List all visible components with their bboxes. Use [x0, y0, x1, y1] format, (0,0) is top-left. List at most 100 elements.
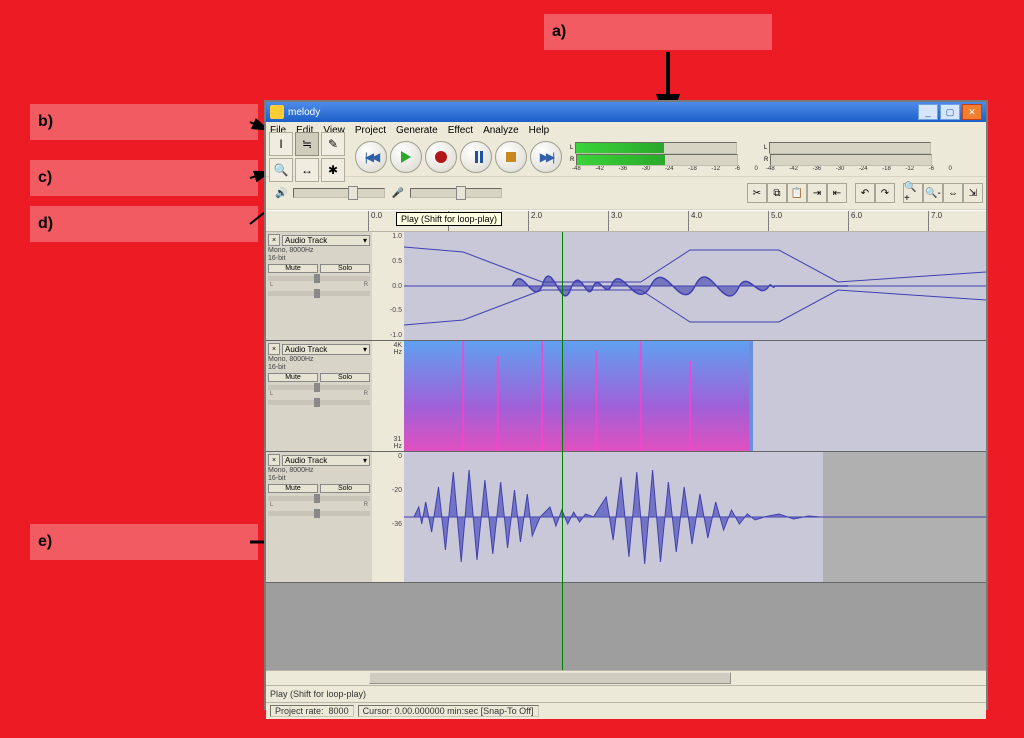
paste-button[interactable]: 📋: [787, 183, 807, 203]
time-shift-tool[interactable]: ↔: [295, 158, 319, 182]
status-bar: Project rate: 8000 Cursor: 0.00.000000 m…: [266, 702, 986, 719]
menubar[interactable]: File Edit View Project Generate Effect A…: [266, 122, 986, 138]
silence-button[interactable]: ⇤: [827, 183, 847, 203]
gain-slider[interactable]: [268, 385, 370, 390]
copy-button[interactable]: ⧉: [767, 183, 787, 203]
meter-area: L R -48-42-36-30-24-18-12-60 L R: [570, 142, 954, 172]
zoom-out-button[interactable]: 🔍-: [923, 183, 943, 203]
pan-slider[interactable]: [268, 400, 370, 405]
pan-slider[interactable]: [268, 511, 370, 516]
mute-button[interactable]: Mute: [268, 264, 318, 273]
input-meter-r[interactable]: [770, 154, 932, 166]
track-menu[interactable]: Audio Track▾: [282, 455, 370, 466]
stop-button[interactable]: [495, 141, 527, 173]
zoom-in-button[interactable]: 🔍+: [903, 183, 923, 203]
callout-a-text: a): [552, 23, 566, 41]
menu-project[interactable]: Project: [355, 125, 386, 136]
close-button[interactable]: ✕: [962, 104, 982, 120]
menu-generate[interactable]: Generate: [396, 125, 438, 136]
vscale-spectrogram: 4KHz 31Hz: [372, 341, 404, 451]
pause-icon: [475, 151, 478, 163]
track-area: × Audio Track▾ Mono, 8000Hz 16-bit Mute …: [266, 232, 986, 670]
maximize-button[interactable]: ▢: [940, 104, 960, 120]
input-meter[interactable]: [769, 142, 931, 154]
tick: 5.0: [768, 211, 782, 231]
envelope-tool[interactable]: ≒: [295, 132, 319, 156]
timeline-ruler[interactable]: 0.0 1.0 2.0 3.0 4.0 5.0 6.0 7.0: [266, 210, 986, 232]
menu-analyze[interactable]: Analyze: [483, 125, 519, 136]
skip-end-button[interactable]: ▶▶|: [530, 141, 562, 173]
record-button[interactable]: [425, 141, 457, 173]
play-button[interactable]: [390, 141, 422, 173]
multi-tool[interactable]: ✱: [321, 158, 345, 182]
output-volume-slider[interactable]: [293, 188, 385, 198]
track-menu[interactable]: Audio Track▾: [282, 344, 370, 355]
track-panel: × Audio Track▾ Mono, 8000Hz 16-bit Mute …: [266, 452, 372, 582]
toolbar-secondary: 🔊 🎤 ✂ ⧉ 📋 ⇥ ⇤ ↶ ↷ 🔍+ 🔍- ⇔ ⇲: [266, 177, 986, 210]
output-meter[interactable]: [575, 142, 737, 154]
meter-r-label: R: [570, 157, 574, 163]
output-meter-r[interactable]: [576, 154, 738, 166]
window-title: melody: [288, 107, 916, 118]
pan-slider[interactable]: [268, 291, 370, 296]
redo-button[interactable]: ↷: [875, 183, 895, 203]
track-panel: × Audio Track▾ Mono, 8000Hz 16-bit Mute …: [266, 341, 372, 451]
skip-start-button[interactable]: |◀◀: [355, 141, 387, 173]
input-volume-slider[interactable]: [410, 188, 502, 198]
track-close-button[interactable]: ×: [268, 454, 280, 466]
trim-button[interactable]: ⇥: [807, 183, 827, 203]
zoom-tool[interactable]: 🔍: [269, 158, 293, 182]
selection-tool[interactable]: I: [269, 132, 293, 156]
track-close-button[interactable]: ×: [268, 234, 280, 246]
menu-effect[interactable]: Effect: [448, 125, 473, 136]
tick: 2.0: [528, 211, 542, 231]
tick: 3.0: [608, 211, 622, 231]
gain-slider[interactable]: [268, 276, 370, 281]
meter-scale-out: -48-42-36-30-24-18-12-60: [570, 166, 760, 172]
draw-tool[interactable]: ✎: [321, 132, 345, 156]
meter-scale-in: -48-42-36-30-24-18-12-60: [764, 166, 954, 172]
track-panel: × Audio Track▾ Mono, 8000Hz 16-bit Mute …: [266, 232, 372, 340]
fit-project-button[interactable]: ⇲: [963, 183, 983, 203]
play-icon: [401, 151, 411, 163]
callout-d: d): [30, 206, 258, 242]
horizontal-scrollbar[interactable]: [266, 670, 986, 685]
project-rate-value[interactable]: 8000: [329, 706, 349, 716]
undo-button[interactable]: ↶: [855, 183, 875, 203]
callout-e-text: e): [38, 533, 52, 551]
gain-slider[interactable]: [268, 496, 370, 501]
minimize-button[interactable]: _: [918, 104, 938, 120]
fit-selection-button[interactable]: ⇔: [943, 183, 963, 203]
callout-c: c): [30, 160, 258, 196]
menu-help[interactable]: Help: [529, 125, 550, 136]
mute-button[interactable]: Mute: [268, 373, 318, 382]
pause-button[interactable]: [460, 141, 492, 173]
waveform-display[interactable]: [404, 232, 986, 340]
track-format: Mono, 8000Hz: [268, 247, 370, 254]
track-menu[interactable]: Audio Track▾: [282, 235, 370, 246]
solo-button[interactable]: Solo: [320, 373, 370, 382]
mute-button[interactable]: Mute: [268, 484, 318, 493]
callout-b-text: b): [38, 113, 53, 131]
titlebar[interactable]: melody _ ▢ ✕: [266, 102, 986, 122]
solo-button[interactable]: Solo: [320, 264, 370, 273]
app-window: melody _ ▢ ✕ File Edit View Project Gene…: [264, 100, 988, 710]
toolbar-main: I ≒ ✎ 🔍 ↔ ✱ |◀◀ ▶▶| L R: [266, 138, 986, 177]
tick: 7.0: [928, 211, 942, 231]
callout-d-text: d): [38, 215, 53, 233]
spectrogram-display[interactable]: [404, 341, 986, 451]
project-rate-label: Project rate:: [275, 706, 324, 716]
waveform-db-display[interactable]: [404, 452, 986, 582]
track-bits: 16-bit: [268, 255, 370, 262]
status-tooltip-bar: Play (Shift for loop-play): [266, 685, 986, 702]
playhead[interactable]: [562, 232, 563, 670]
tick: 6.0: [848, 211, 862, 231]
vscale-waveform: 1.00.50.0-0.5-1.0: [372, 232, 404, 340]
cut-button[interactable]: ✂: [747, 183, 767, 203]
vscale-db: 0-20-36: [372, 452, 404, 582]
callout-c-text: c): [38, 169, 52, 187]
callout-b: b): [30, 104, 258, 140]
solo-button[interactable]: Solo: [320, 484, 370, 493]
track-close-button[interactable]: ×: [268, 343, 280, 355]
track-2: × Audio Track▾ Mono, 8000Hz 16-bit Mute …: [266, 341, 986, 452]
